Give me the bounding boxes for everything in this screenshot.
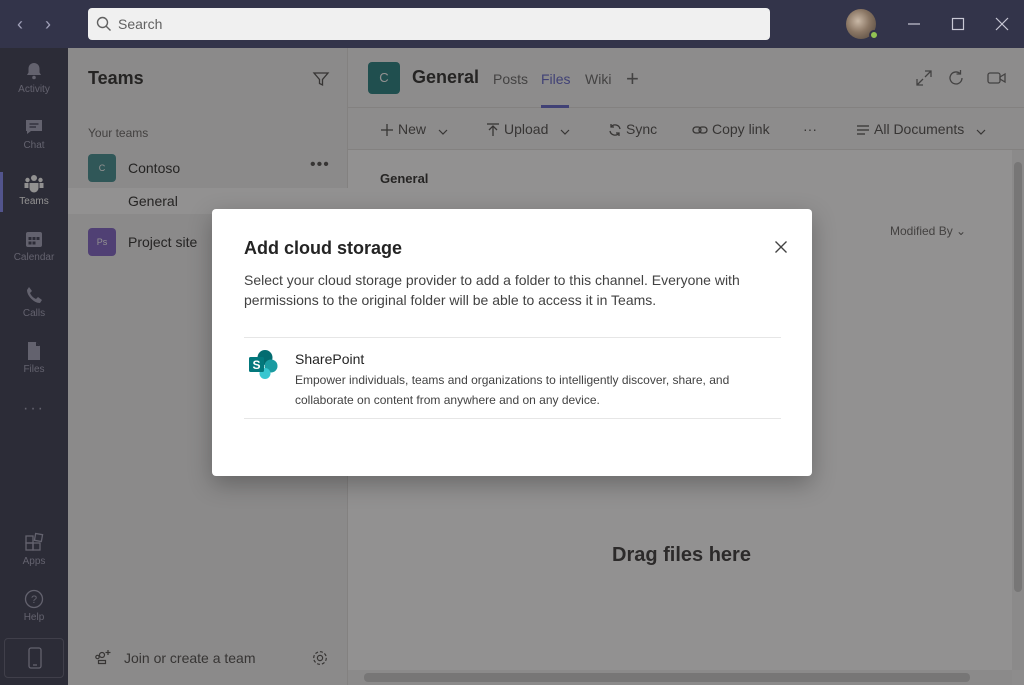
minimize-icon[interactable] (902, 12, 926, 36)
provider-description: Empower individuals, teams and organizat… (295, 373, 730, 407)
provider-name: SharePoint (295, 351, 365, 367)
title-bar: ‹ › (0, 0, 1024, 48)
presence-available-icon (869, 30, 879, 40)
back-arrow-icon[interactable]: ‹ (10, 12, 30, 36)
dialog-title: Add cloud storage (244, 238, 403, 258)
dialog-description: Select your cloud storage provider to ad… (244, 272, 740, 308)
forward-arrow-icon[interactable]: › (38, 12, 58, 36)
add-cloud-storage-dialog: Add cloud storage Select your cloud stor… (212, 209, 812, 476)
search-box[interactable] (88, 8, 770, 40)
close-icon[interactable] (772, 238, 790, 256)
svg-text:S: S (252, 358, 260, 372)
search-input[interactable] (118, 8, 758, 40)
maximize-icon[interactable] (946, 12, 970, 36)
sharepoint-icon: S (249, 350, 278, 379)
provider-item-sharepoint[interactable]: S SharePoint Empower individuals, teams … (244, 337, 781, 419)
search-icon (96, 16, 111, 31)
close-window-icon[interactable] (990, 12, 1014, 36)
